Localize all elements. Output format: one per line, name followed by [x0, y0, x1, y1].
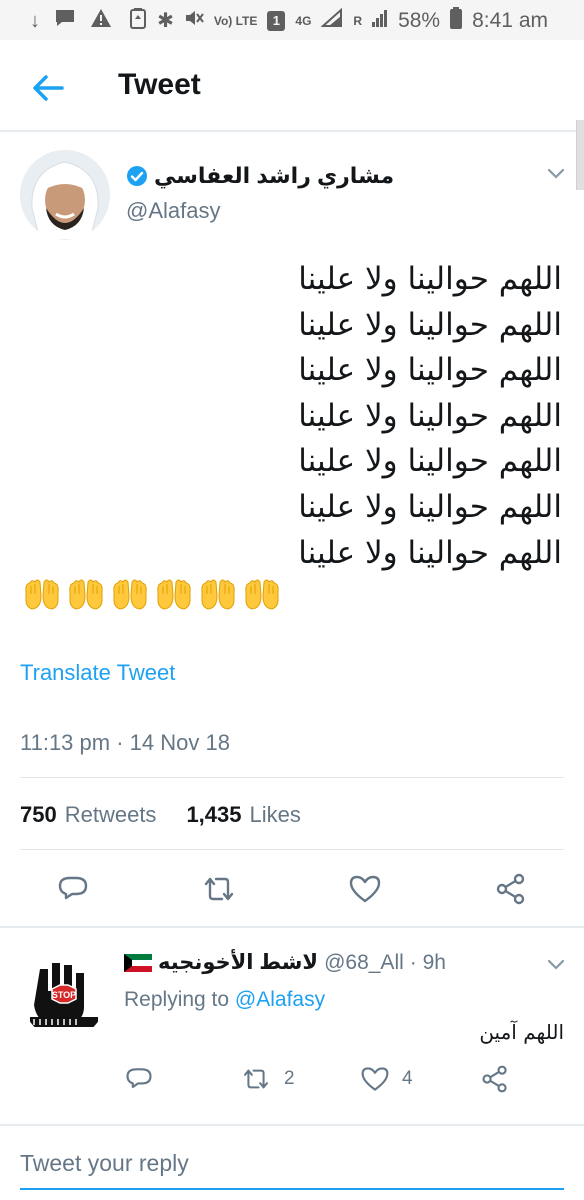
heart-icon — [349, 875, 381, 903]
app-header: Tweet — [0, 40, 584, 132]
reply-icon — [126, 1068, 152, 1088]
retweets-label[interactable]: Retweets — [65, 802, 157, 828]
replying-mention[interactable]: @Alafasy — [235, 988, 325, 1011]
reply-time: · 9h — [409, 950, 446, 974]
reply-author-name[interactable]: لاشط الأخونجيه — [158, 950, 318, 975]
page-title: Tweet — [118, 68, 201, 101]
divider — [20, 777, 564, 778]
retweet-icon — [204, 877, 234, 901]
heart-icon — [361, 1067, 389, 1091]
retweet-button[interactable] — [200, 872, 238, 906]
kuwait-flag-icon — [124, 953, 152, 972]
scrollbar-handle[interactable] — [576, 120, 584, 190]
likes-label[interactable]: Likes — [250, 802, 301, 828]
verified-badge-icon — [127, 166, 147, 186]
reply-share-button[interactable] — [480, 1064, 510, 1094]
reply-retweet-count: 2 — [284, 1068, 295, 1089]
author-name[interactable]: مشاري راشد العفاسي — [126, 163, 394, 189]
battery-icon — [450, 7, 463, 35]
share-button[interactable] — [494, 872, 528, 906]
reply-like-count: 4 — [402, 1068, 413, 1089]
reply-header: لاشط الأخونجيه @68_All · 9h — [124, 950, 446, 975]
replying-to: Replying to @Alafasy — [124, 988, 325, 1012]
signal-icon — [320, 7, 343, 34]
roaming-label: R — [353, 13, 363, 28]
tweet-text: اللهم حوالينا ولا علينا اللهم حوالينا ول… — [22, 257, 562, 576]
share-icon — [482, 1065, 507, 1093]
translate-tweet-link[interactable]: Translate Tweet — [20, 660, 175, 686]
palms-up-emoji — [245, 579, 279, 610]
warning-icon — [90, 8, 112, 34]
author-handle[interactable]: @Alafasy — [126, 198, 220, 224]
message-icon — [54, 8, 76, 34]
compose-underline — [20, 1188, 564, 1190]
person-avatar-icon — [20, 150, 110, 240]
back-arrow-icon — [33, 75, 64, 101]
reply-like-button[interactable]: 4 — [360, 1064, 413, 1094]
stop-hand-avatar-icon: STOP — [22, 955, 106, 1039]
author-avatar[interactable] — [20, 150, 110, 240]
replying-prefix: Replying to — [124, 988, 230, 1011]
share-icon — [496, 873, 525, 905]
palms-up-emoji — [113, 579, 147, 610]
battery-percent: 58% — [398, 9, 441, 32]
back-button[interactable] — [26, 66, 70, 110]
network-type-label: 4G — [295, 13, 312, 28]
tweet-line: اللهم حوالينا ولا علينا — [298, 261, 562, 297]
palms-up-emoji-row — [22, 574, 282, 614]
author-name-text: مشاري راشد العفاسي — [154, 163, 395, 188]
download-icon: ↓ — [30, 10, 40, 32]
like-button[interactable] — [348, 872, 382, 906]
section-separator — [0, 1124, 584, 1126]
palms-up-emoji — [201, 579, 235, 610]
reply-author-handle[interactable]: @68_All — [324, 951, 404, 975]
section-separator — [0, 926, 584, 928]
chevron-down-icon[interactable] — [544, 952, 568, 976]
tweet-line: اللهم حوالينا ولا علينا — [298, 397, 562, 434]
reply-retweet-button[interactable]: 2 — [240, 1064, 295, 1094]
likes-count[interactable]: 1,435 — [186, 802, 241, 828]
tweet-line: اللهم حوالينا ولا علينا — [298, 534, 562, 571]
reply-compose-input[interactable]: Tweet your reply — [20, 1150, 189, 1177]
mute-icon — [184, 8, 204, 34]
chevron-down-icon[interactable] — [544, 161, 568, 185]
reply-button[interactable] — [56, 872, 90, 906]
status-bar: ↓ ✱ Vo) LTE 1 4G R 58% 8:41 am — [0, 0, 584, 40]
palms-up-emoji — [69, 579, 103, 610]
volte-label: Vo) LTE — [213, 13, 258, 28]
stop-sign-text: STOP — [52, 990, 76, 1000]
sim-indicator: 1 — [267, 11, 286, 31]
reply-icon — [58, 876, 88, 900]
palms-up-emoji — [25, 579, 59, 610]
tweet-line: اللهم حوالينا ولا علينا — [298, 352, 562, 389]
reply-author-avatar[interactable]: STOP — [22, 955, 106, 1039]
reply-reply-button[interactable] — [124, 1064, 154, 1094]
tweet-stats: 750 Retweets 1,435 Likes — [20, 802, 301, 828]
bluetooth-icon: ✱ — [157, 10, 174, 32]
divider — [20, 849, 564, 850]
tweet-timestamp: 11:13 pm · 14 Nov 18 — [20, 730, 230, 755]
tweet-line: اللهم حوالينا ولا علينا — [298, 306, 562, 343]
retweets-count[interactable]: 750 — [20, 802, 57, 828]
signal-bars-icon — [372, 8, 388, 34]
reply-text: اللهم آمين — [479, 1020, 564, 1044]
tweet-line: اللهم حوالينا ولا علينا — [298, 443, 562, 480]
retweet-icon — [244, 1069, 268, 1089]
clock: 8:41 am — [472, 9, 548, 32]
palms-up-emoji — [157, 579, 191, 610]
tweet-line: اللهم حوالينا ولا علينا — [298, 488, 562, 525]
battery-saver-icon — [129, 7, 147, 35]
